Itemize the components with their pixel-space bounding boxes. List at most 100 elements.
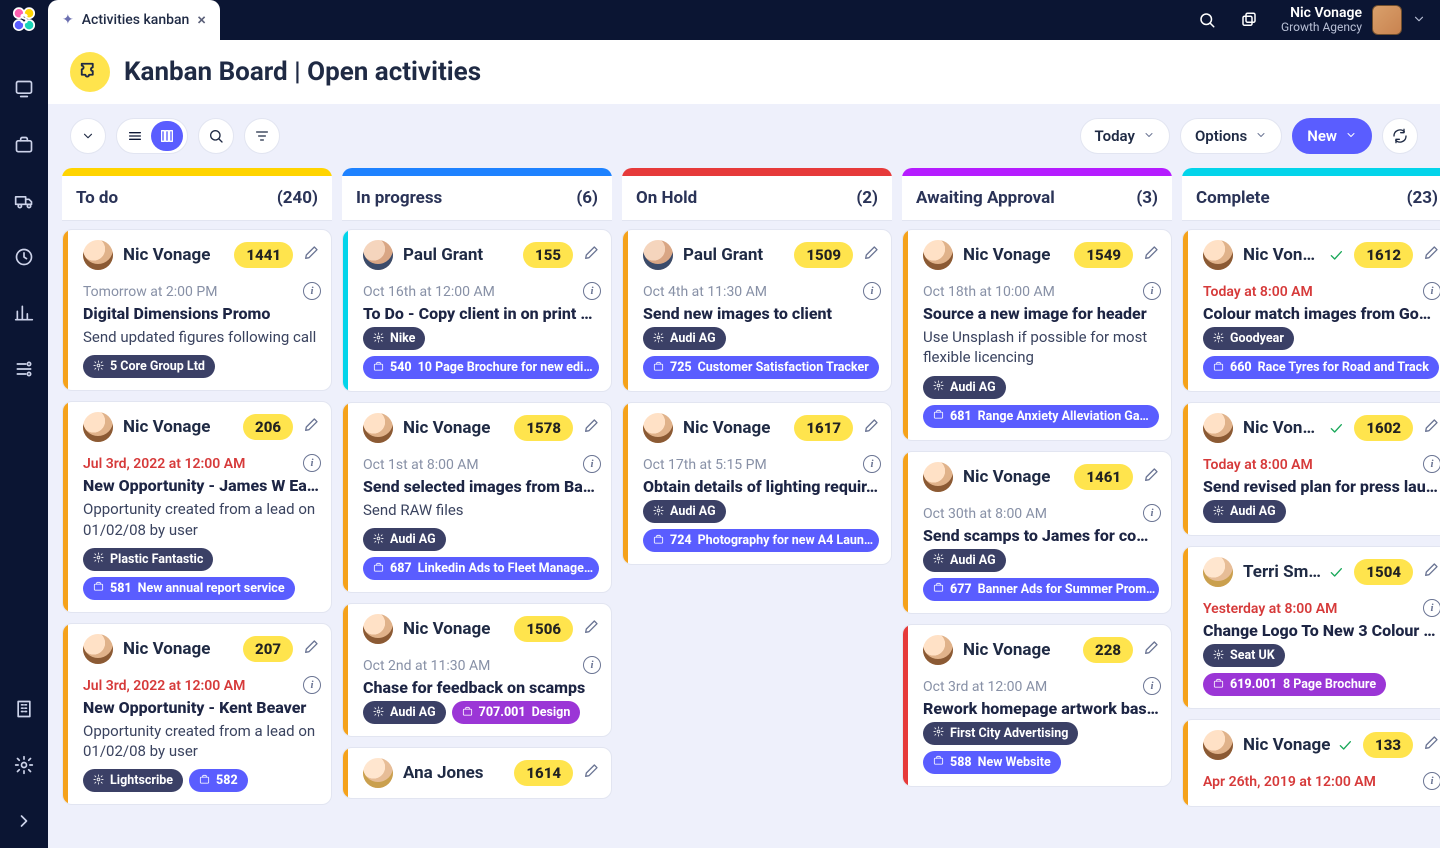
kanban-card[interactable]: Paul Grant 1509 i Oct 4th at 11:30 AM Se… — [622, 229, 892, 392]
chip[interactable]: 582 — [189, 769, 248, 792]
info-icon[interactable]: i — [1143, 504, 1161, 522]
edit-icon[interactable] — [863, 418, 879, 438]
info-icon[interactable]: i — [1143, 677, 1161, 695]
kanban-card[interactable]: Nic Vonage 1461 i Oct 30th at 8:00 AM Se… — [902, 451, 1172, 614]
truck-icon[interactable] — [13, 190, 35, 212]
info-icon[interactable]: i — [1423, 772, 1440, 790]
chip[interactable]: Audi AG — [1203, 500, 1286, 523]
chip[interactable]: Audi AG — [923, 376, 1006, 399]
chip[interactable]: Audi AG — [363, 701, 446, 724]
options-button[interactable]: Options — [1180, 118, 1282, 154]
edit-icon[interactable] — [863, 245, 879, 265]
edit-icon[interactable] — [1143, 245, 1159, 265]
kanban-card[interactable]: Nic Vonage 228 i Oct 3rd at 12:00 AM Rew… — [902, 624, 1172, 787]
chip[interactable]: Goodyear — [1203, 327, 1294, 350]
collapse-button[interactable] — [70, 118, 106, 154]
chip[interactable]: 581New annual report service — [83, 577, 295, 600]
card-when: Oct 1st at 8:00 AM — [363, 457, 599, 473]
kanban-card[interactable]: Nic Vona… 1602 i Today at 8:00 AM Send r… — [1182, 402, 1440, 536]
chip[interactable]: 724Photography for new A4 Laun… — [643, 529, 879, 552]
edit-icon[interactable] — [303, 639, 319, 659]
today-button[interactable]: Today — [1080, 118, 1170, 154]
briefcase-icon[interactable] — [13, 134, 35, 156]
search-icon[interactable] — [1197, 10, 1217, 30]
windows-icon[interactable] — [1239, 10, 1259, 30]
board-view-icon[interactable] — [151, 121, 183, 151]
edit-icon[interactable] — [583, 245, 599, 265]
kanban-card[interactable]: Nic Vonage 1612 i Today at 8:00 AM Colou… — [1182, 229, 1440, 392]
kanban-card[interactable]: Terri Smith 1504 i Yesterday at 8:00 AM … — [1182, 546, 1440, 709]
info-icon[interactable]: i — [1423, 599, 1440, 617]
chip[interactable]: 5 Core Group Ltd — [83, 355, 215, 378]
edit-icon[interactable] — [1423, 735, 1439, 755]
new-button[interactable]: New — [1292, 118, 1372, 154]
kanban-card[interactable]: Ana Jones 1614 — [342, 747, 612, 799]
chip[interactable]: Audi AG — [643, 500, 726, 523]
avatar — [643, 240, 673, 270]
chip[interactable]: 681Range Anxiety Alleviation Ga… — [923, 405, 1159, 428]
refresh-button[interactable] — [1382, 118, 1418, 154]
info-icon[interactable]: i — [583, 455, 601, 473]
close-icon[interactable]: × — [197, 12, 206, 28]
kanban-card[interactable]: Nic Vonage 133 i Apr 26th, 2019 at 12:00… — [1182, 719, 1440, 807]
clock-icon[interactable] — [13, 246, 35, 268]
info-icon[interactable]: i — [583, 282, 601, 300]
kanban-card[interactable]: Nic Vonage 1441 i Tomorrow at 2:00 PM Di… — [62, 229, 332, 391]
chip[interactable]: 619.0018 Page Brochure — [1203, 673, 1386, 696]
tab-activities-kanban[interactable]: ✦ Activities kanban × — [48, 0, 220, 40]
chip[interactable]: Lightscribe — [83, 769, 183, 792]
edit-icon[interactable] — [583, 418, 599, 438]
dashboard-icon[interactable] — [13, 78, 35, 100]
chip[interactable]: 660Race Tyres for Road and Track — [1203, 356, 1439, 379]
search-button[interactable] — [198, 118, 234, 154]
chip[interactable]: Nike — [363, 327, 425, 350]
chip[interactable]: 687Linkedin Ads to Fleet Manage… — [363, 557, 599, 580]
gear-icon[interactable] — [13, 754, 35, 776]
edit-icon[interactable] — [1143, 467, 1159, 487]
info-icon[interactable]: i — [863, 282, 881, 300]
chip[interactable]: 725Customer Satisfaction Tracker — [643, 356, 879, 379]
chip[interactable]: Audi AG — [923, 549, 1006, 572]
user-menu[interactable]: Nic Vonage Growth Agency — [1281, 5, 1426, 35]
flow-icon[interactable] — [13, 358, 35, 380]
filter-button[interactable] — [244, 118, 280, 154]
edit-icon[interactable] — [1143, 640, 1159, 660]
chevron-right-icon[interactable] — [13, 810, 35, 832]
kanban-card[interactable]: Nic Vonage 1617 i Oct 17th at 5:15 PM Ob… — [622, 402, 892, 565]
edit-icon[interactable] — [303, 245, 319, 265]
building-icon[interactable] — [13, 698, 35, 720]
column-header: On Hold (2) — [622, 176, 892, 221]
info-icon[interactable]: i — [863, 455, 881, 473]
card-accent — [343, 403, 348, 592]
info-icon[interactable]: i — [1423, 282, 1440, 300]
chip[interactable]: 677Banner Ads for Summer Prom… — [923, 578, 1159, 601]
chip[interactable]: 54010 Page Brochure for new edi… — [363, 356, 599, 379]
info-icon[interactable]: i — [1423, 455, 1440, 473]
edit-icon[interactable] — [1423, 245, 1439, 265]
edit-icon[interactable] — [583, 619, 599, 639]
chip[interactable]: First City Advertising — [923, 722, 1078, 745]
kanban-card[interactable]: Paul Grant 155 i Oct 16th at 12:00 AM To… — [342, 229, 612, 392]
edit-icon[interactable] — [303, 417, 319, 437]
list-view-icon[interactable] — [119, 121, 151, 151]
chart-icon[interactable] — [13, 302, 35, 324]
kanban-card[interactable]: Nic Vonage 207 i Jul 3rd, 2022 at 12:00 … — [62, 623, 332, 806]
info-icon[interactable]: i — [303, 282, 321, 300]
edit-icon[interactable] — [583, 763, 599, 783]
kanban-card[interactable]: Nic Vonage 1506 i Oct 2nd at 11:30 AM Ch… — [342, 603, 612, 737]
edit-icon[interactable] — [1423, 418, 1439, 438]
chip[interactable]: Audi AG — [363, 528, 446, 551]
chip[interactable]: Seat UK — [1203, 644, 1285, 667]
info-icon[interactable]: i — [303, 676, 321, 694]
kanban-card[interactable]: Nic Vonage 1549 i Oct 18th at 10:00 AM S… — [902, 229, 1172, 441]
chip[interactable]: Plastic Fantastic — [83, 548, 213, 571]
chip[interactable]: 588New Website — [923, 751, 1061, 774]
chip-ref: 677 — [950, 582, 972, 597]
edit-icon[interactable] — [1423, 562, 1439, 582]
kanban-card[interactable]: Nic Vonage 206 i Jul 3rd, 2022 at 12:00 … — [62, 401, 332, 613]
chip[interactable]: 707.001Design — [452, 701, 581, 724]
view-toggle[interactable] — [116, 118, 188, 154]
info-icon[interactable]: i — [1143, 282, 1161, 300]
chip[interactable]: Audi AG — [643, 327, 726, 350]
kanban-card[interactable]: Nic Vonage 1578 i Oct 1st at 8:00 AM Sen… — [342, 402, 612, 593]
